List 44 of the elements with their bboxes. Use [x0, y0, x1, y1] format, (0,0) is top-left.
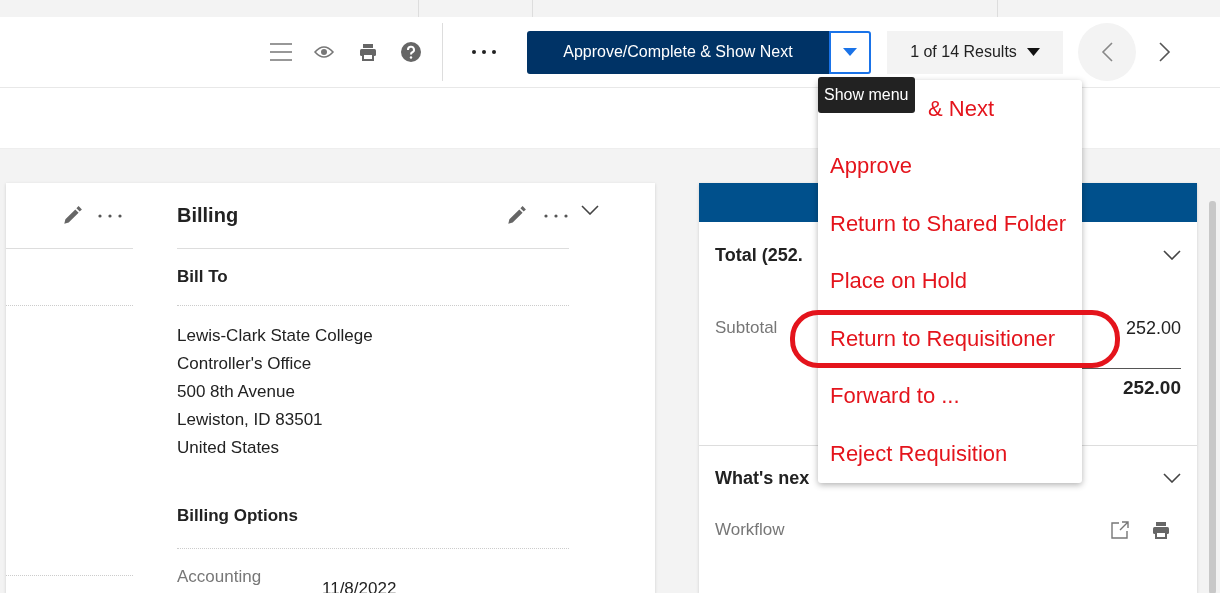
subsection-heading: Billing Options	[177, 506, 298, 526]
field-label: Workflow	[715, 520, 785, 540]
total-amount: 252.00	[1122, 377, 1182, 400]
address-line: Lewis-Clark State College	[177, 325, 373, 347]
print-icon[interactable]	[1151, 520, 1171, 540]
section-title: Billing	[177, 204, 239, 227]
chevron-down-icon[interactable]	[581, 205, 599, 215]
caret-down-icon	[843, 48, 857, 56]
address-line: Controller's Office	[177, 353, 312, 375]
field-label: Accounting	[177, 567, 263, 588]
more-icon[interactable]	[543, 212, 569, 219]
chevron-down-icon[interactable]	[1163, 250, 1181, 260]
menu-item[interactable]: Approve	[818, 137, 1082, 195]
address-line: United States	[177, 437, 280, 459]
approve-button[interactable]: Approve/Complete & Show Next	[527, 30, 829, 74]
field-label: Subtotal	[715, 318, 778, 338]
section-title: What's nex	[715, 467, 810, 489]
scrollbar[interactable]	[1209, 201, 1216, 593]
caret-down-icon	[1026, 48, 1040, 56]
section-title: Total (252.	[715, 244, 803, 266]
address-line: 500 8th Avenue	[177, 381, 295, 403]
eye-icon[interactable]	[314, 45, 334, 59]
chevron-right-icon	[1159, 42, 1171, 62]
list-icon[interactable]	[270, 43, 292, 61]
chevron-down-icon[interactable]	[1163, 473, 1181, 483]
subsection-heading: Bill To	[177, 267, 228, 287]
address-line: Lewiston, ID 83501	[177, 409, 323, 431]
menu-item[interactable]: Return to Shared Folder	[818, 195, 1082, 253]
help-icon[interactable]	[401, 42, 421, 62]
print-icon[interactable]	[358, 42, 378, 62]
external-link-icon[interactable]	[1111, 521, 1129, 539]
menu-item[interactable]: Place on Hold	[818, 252, 1082, 310]
edit-icon[interactable]	[505, 204, 527, 227]
more-icon[interactable]	[97, 212, 123, 219]
results-dropdown[interactable]: 1 of 14 Results	[887, 30, 1063, 74]
menu-item[interactable]: Return to Requisitioner	[790, 310, 1120, 368]
edit-icon[interactable]	[61, 204, 83, 227]
menu-item[interactable]: Reject Requisition	[818, 425, 1082, 483]
tooltip: Show menu	[818, 77, 915, 113]
chevron-left-icon	[1101, 42, 1113, 62]
more-icon[interactable]	[471, 49, 497, 55]
subtotal-amount: 252.00	[1125, 317, 1181, 339]
menu-item[interactable]: Forward to ...	[818, 367, 1082, 425]
dropdown-button[interactable]	[829, 30, 871, 74]
